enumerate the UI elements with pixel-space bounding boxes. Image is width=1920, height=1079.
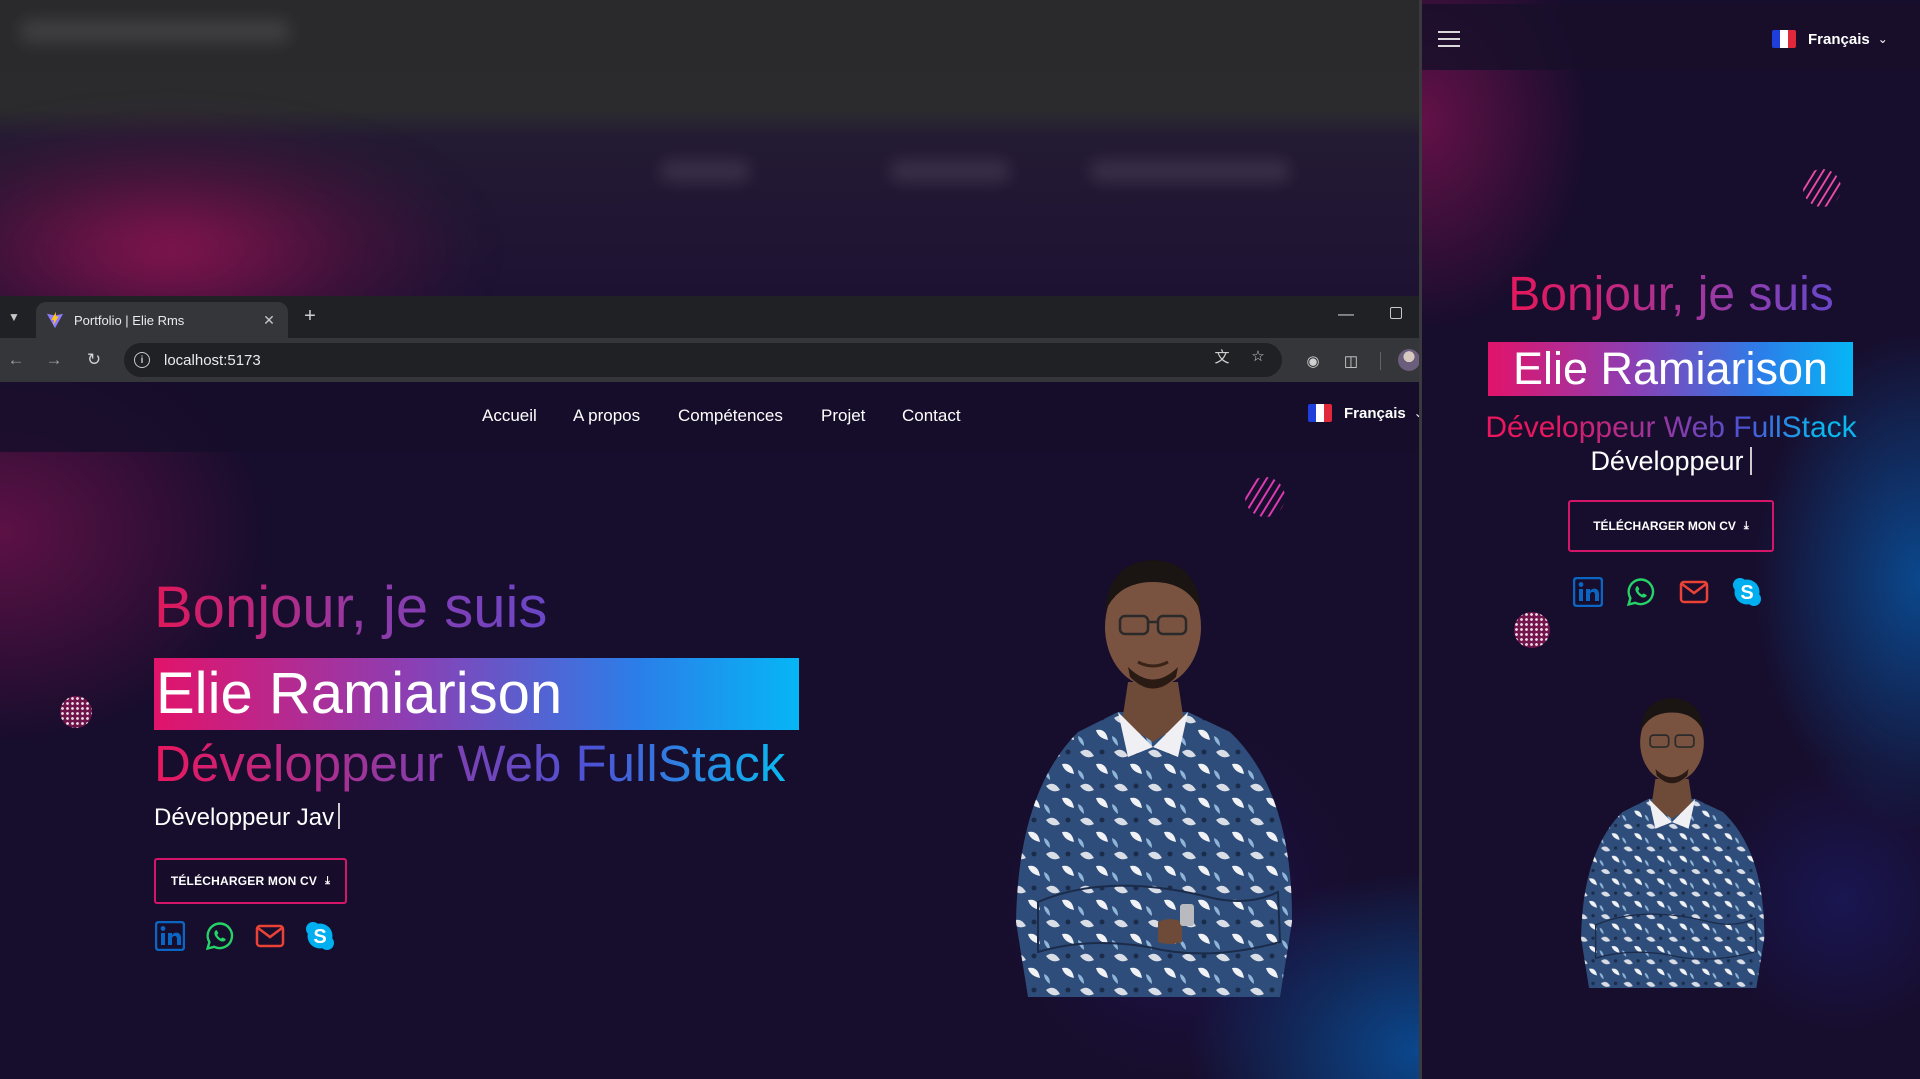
blurred-background: [0, 0, 1419, 296]
tab-close-icon[interactable]: ✕: [260, 312, 278, 329]
mobile-language-label: Français: [1808, 30, 1870, 48]
skype-icon[interactable]: S: [304, 920, 336, 952]
translate-icon[interactable]: 文: [1212, 346, 1232, 366]
blurred-text: [20, 20, 290, 42]
france-flag-icon: [1308, 404, 1332, 422]
bookmark-star-icon[interactable]: ☆: [1248, 346, 1268, 366]
typing-caret: [338, 803, 341, 829]
mail-icon[interactable]: [1678, 576, 1710, 608]
whatsapp-icon[interactable]: [1625, 576, 1657, 608]
svg-text:S: S: [1740, 582, 1753, 604]
nav-link-a-propos[interactable]: A propos: [573, 406, 640, 426]
nav-link-projet[interactable]: Projet: [821, 406, 865, 426]
extension-icon[interactable]: ◉: [1302, 350, 1324, 372]
tab-search-icon[interactable]: ▼: [2, 305, 26, 329]
linkedin-icon[interactable]: [154, 920, 186, 952]
vite-favicon-icon: [46, 311, 64, 329]
back-button[interactable]: ←: [4, 348, 28, 372]
mobile-navbar: Français ⌄: [1422, 4, 1920, 70]
mobile-hero-greeting: Bonjour, je suis: [1422, 268, 1920, 322]
reload-button[interactable]: ↻: [82, 348, 106, 372]
blurred-text: [1090, 160, 1290, 182]
forward-button[interactable]: →: [42, 348, 66, 372]
cv-button-label: TÉLÉCHARGER MON CV: [170, 874, 318, 888]
mobile-hero-name: Elie Ramiarison: [1512, 343, 1829, 394]
dotted-circle-decoration: [1514, 612, 1550, 648]
new-tab-button[interactable]: +: [298, 305, 322, 329]
browser-window: ▼ Portfolio | Elie Rms ✕ + — ← → ↻ i loc…: [0, 296, 1419, 1079]
mobile-social-links: S: [1572, 576, 1763, 608]
mobile-language-selector[interactable]: Français ⌄: [1772, 30, 1888, 48]
tab-title: Portfolio | Elie Rms: [74, 312, 185, 328]
blurred-text: [660, 160, 750, 182]
hero-name-highlight: Elie Ramiarison: [154, 658, 799, 730]
restore-button[interactable]: [1390, 307, 1402, 319]
hamburger-menu-icon[interactable]: [1438, 31, 1460, 47]
extensions-puzzle-icon[interactable]: ◫: [1340, 350, 1362, 372]
download-cv-button[interactable]: TÉLÉCHARGER MON CV ⤓: [154, 858, 347, 904]
download-icon: ⤓: [325, 874, 331, 887]
toolbar-separator: [1380, 352, 1381, 370]
chevron-down-icon: ⌄: [1877, 32, 1888, 46]
tab-strip: ▼ Portfolio | Elie Rms ✕ + —: [0, 296, 1419, 338]
background-glow: [0, 120, 480, 296]
svg-text:S: S: [313, 926, 326, 948]
mobile-name-highlight: Elie Ramiarison: [1488, 342, 1853, 396]
social-links: S: [154, 920, 336, 952]
hero-role: Développeur Web FullStack: [154, 735, 786, 792]
nav-link-accueil[interactable]: Accueil: [482, 406, 537, 426]
portfolio-page: Accueil A propos Compétences Projet Cont…: [0, 382, 1419, 1079]
mobile-preview: Français ⌄ Bonjour, je suis Elie Ramiari…: [1422, 0, 1920, 1079]
striped-circle-decoration: [1802, 168, 1842, 208]
mail-icon[interactable]: [254, 920, 286, 952]
browser-tab[interactable]: Portfolio | Elie Rms ✕: [36, 302, 288, 338]
nav-link-competences[interactable]: Compétences: [678, 406, 783, 426]
mobile-profile-photo: [1581, 697, 1765, 989]
hero-name: Elie Ramiarison: [156, 661, 563, 726]
url-text: localhost:5173: [164, 351, 261, 369]
site-navbar: Accueil A propos Compétences Projet Cont…: [0, 382, 1419, 452]
typing-caret: [1749, 447, 1752, 475]
hero-greeting: Bonjour, je suis: [154, 575, 548, 640]
language-label: Français: [1344, 404, 1406, 422]
linkedin-icon[interactable]: [1572, 576, 1604, 608]
mobile-cv-button-label: TÉLÉCHARGER MON CV: [1593, 519, 1736, 533]
profile-avatar[interactable]: [1398, 349, 1419, 371]
profile-photo: [1016, 560, 1293, 997]
mobile-typing-line: Développeur: [1422, 446, 1920, 477]
mobile-hero-role: Développeur Web FullStack: [1422, 410, 1920, 446]
download-icon: ⤓: [1743, 519, 1749, 532]
skype-icon[interactable]: S: [1731, 576, 1763, 608]
striped-circle-decoration: [1245, 477, 1285, 517]
browser-toolbar: ← → ↻ i localhost:5173 文 ☆ ◉ ◫: [0, 338, 1419, 382]
language-selector[interactable]: Français ⌄: [1308, 404, 1419, 422]
site-info-icon[interactable]: i: [134, 352, 150, 368]
typing-text: Développeur Jav: [154, 804, 335, 831]
france-flag-icon: [1772, 30, 1796, 48]
nav-link-contact[interactable]: Contact: [902, 406, 961, 426]
hero-typing-line: Développeur Jav: [154, 803, 341, 832]
address-bar[interactable]: i localhost:5173: [124, 343, 1282, 377]
mobile-typing-text: Développeur: [1590, 446, 1744, 476]
blurred-text: [890, 160, 1010, 182]
dotted-circle-decoration: [60, 696, 92, 728]
minimize-button[interactable]: —: [1338, 306, 1354, 324]
whatsapp-icon[interactable]: [204, 920, 236, 952]
mobile-download-cv-button[interactable]: TÉLÉCHARGER MON CV ⤓: [1568, 500, 1774, 552]
